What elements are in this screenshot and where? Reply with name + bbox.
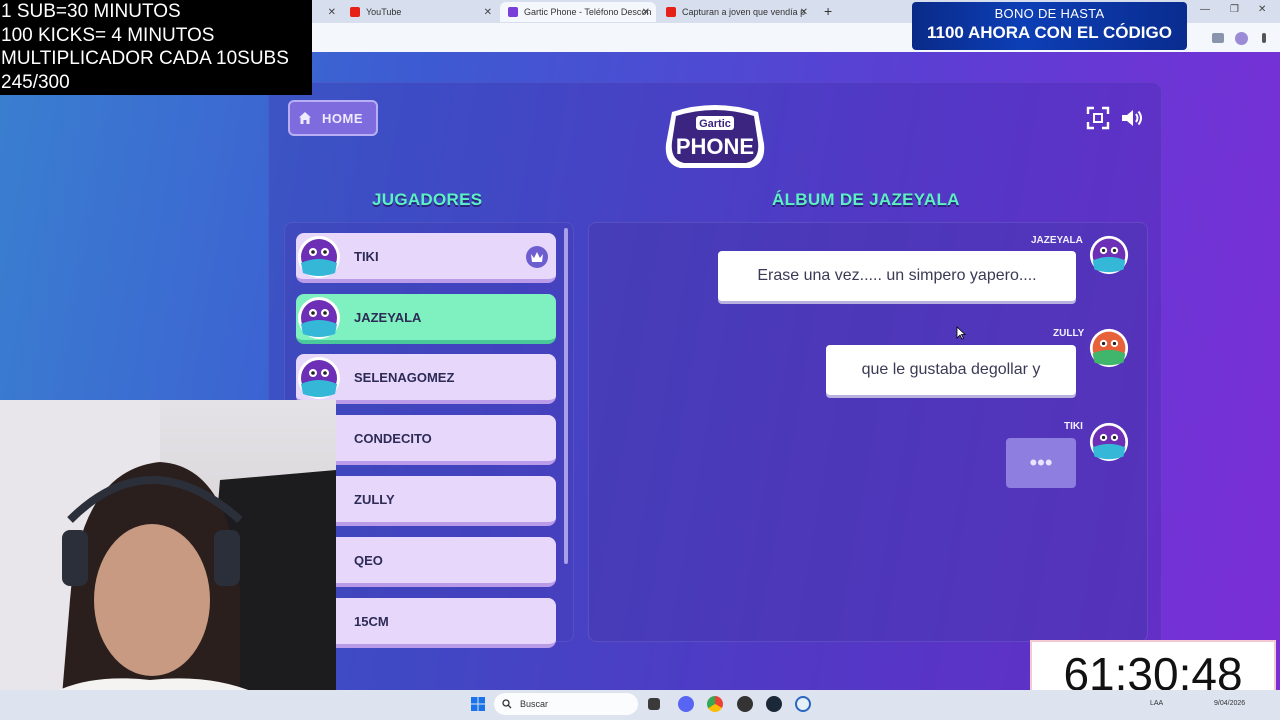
home-icon (299, 112, 311, 124)
player-avatar (298, 357, 340, 399)
promo-line-1: BONO DE HASTA (994, 6, 1105, 21)
stream-info-overlay: 1 SUB=30 MINUTOS 100 KICKS= 4 MINUTOS MU… (0, 0, 312, 95)
youtube-icon (666, 7, 676, 17)
author-avatar (1089, 328, 1129, 368)
clock-date[interactable]: 9/04/2026 (1214, 700, 1245, 707)
message-author: JAZEYALA (1031, 235, 1083, 246)
tab-gartic-phone[interactable]: Gartic Phone - Teléfono Descon ✕ (500, 2, 656, 22)
player-name: CONDECITO (354, 430, 432, 446)
tab-label: Capturan a joven que vendía p (682, 7, 806, 17)
discord-icon[interactable] (678, 696, 694, 712)
language-indicator[interactable]: LAA (1150, 700, 1163, 707)
steam-icon[interactable] (766, 696, 782, 712)
player-name: 15CM (354, 613, 389, 629)
menu-icon[interactable] (1262, 33, 1266, 43)
tab-news[interactable]: Capturan a joven que vendía p ✕ (658, 2, 814, 22)
tab-label: Gartic Phone - Teléfono Descon (524, 7, 652, 17)
close-window-button[interactable]: ✕ (1258, 4, 1266, 15)
obs-icon[interactable] (737, 696, 753, 712)
windows-start-icon[interactable] (470, 696, 486, 712)
gartic-phone-logo: Gartic PHONE (665, 105, 765, 168)
message-bubble: que le gustaba degollar y (826, 345, 1076, 395)
player-avatar (298, 297, 340, 339)
info-line: 245/300 (1, 71, 70, 93)
gartic-icon (508, 7, 518, 17)
author-avatar (1089, 422, 1129, 462)
player-name: JAZEYALA (354, 309, 422, 325)
extensions-icon[interactable] (1212, 33, 1224, 43)
sound-icon[interactable] (1120, 106, 1144, 130)
info-line: 100 KICKS= 4 MINUTOS (1, 24, 215, 46)
fullscreen-icon[interactable] (1086, 106, 1110, 130)
message-bubble: Erase una vez..... un simpero yapero.... (718, 251, 1076, 301)
promo-banner: BONO DE HASTA 1100 AHORA CON EL CÓDIGO (912, 2, 1187, 50)
streamer-image (0, 400, 336, 720)
author-avatar (1089, 235, 1129, 275)
close-icon[interactable]: ✕ (328, 7, 336, 18)
taskbar (0, 690, 1280, 720)
search-icon (502, 699, 512, 709)
youtube-icon (350, 7, 360, 17)
message-author: TIKI (1064, 421, 1083, 432)
typing-indicator: ••• (1006, 438, 1076, 488)
task-view-icon[interactable] (648, 698, 660, 710)
maximize-button[interactable]: ❐ (1230, 4, 1239, 15)
player-row[interactable]: TIKI (296, 233, 556, 283)
close-icon[interactable]: ✕ (484, 7, 492, 18)
profile-avatar[interactable] (1235, 32, 1248, 45)
chrome-icon[interactable] (707, 696, 723, 712)
taskbar-search[interactable]: Buscar (494, 693, 638, 715)
new-tab-button[interactable]: + (824, 3, 832, 19)
app-icon[interactable] (795, 696, 811, 712)
tab-youtube[interactable]: YouTube ✕ (342, 2, 498, 22)
promo-line-2: 1100 AHORA CON EL CÓDIGO (927, 23, 1172, 42)
logo-top-text: Gartic (699, 118, 731, 130)
player-name: ZULLY (354, 491, 395, 507)
player-name: SELENAGOMEZ (354, 369, 455, 385)
player-row[interactable]: SELENAGOMEZ (296, 354, 556, 404)
close-icon[interactable]: ✕ (800, 7, 808, 18)
album-title: ÁLBUM DE JAZEYALA (772, 190, 960, 209)
message-author: ZULLY (1053, 328, 1085, 339)
player-row-active[interactable]: JAZEYALA (296, 294, 556, 344)
player-avatar (298, 236, 340, 278)
logo-bottom-text: PHONE (676, 134, 754, 159)
crown-icon (526, 246, 548, 268)
players-scrollbar[interactable] (564, 228, 568, 564)
player-name: TIKI (354, 248, 379, 264)
tab-previous[interactable]: ✕ (312, 2, 342, 22)
home-button[interactable]: HOME (288, 100, 378, 136)
mouse-cursor-icon (956, 326, 966, 340)
webcam-feed (0, 400, 336, 720)
players-title: JUGADORES (372, 190, 483, 209)
player-name: QEO (354, 552, 383, 568)
close-icon[interactable]: ✕ (642, 7, 650, 18)
home-label: HOME (322, 110, 363, 126)
info-line: 1 SUB=30 MINUTOS (1, 1, 181, 22)
minimize-button[interactable]: — (1200, 4, 1210, 15)
search-placeholder: Buscar (520, 699, 549, 709)
tab-label: YouTube (366, 7, 402, 17)
info-line: MULTIPLICADOR CADA 10SUBS (1, 48, 289, 69)
